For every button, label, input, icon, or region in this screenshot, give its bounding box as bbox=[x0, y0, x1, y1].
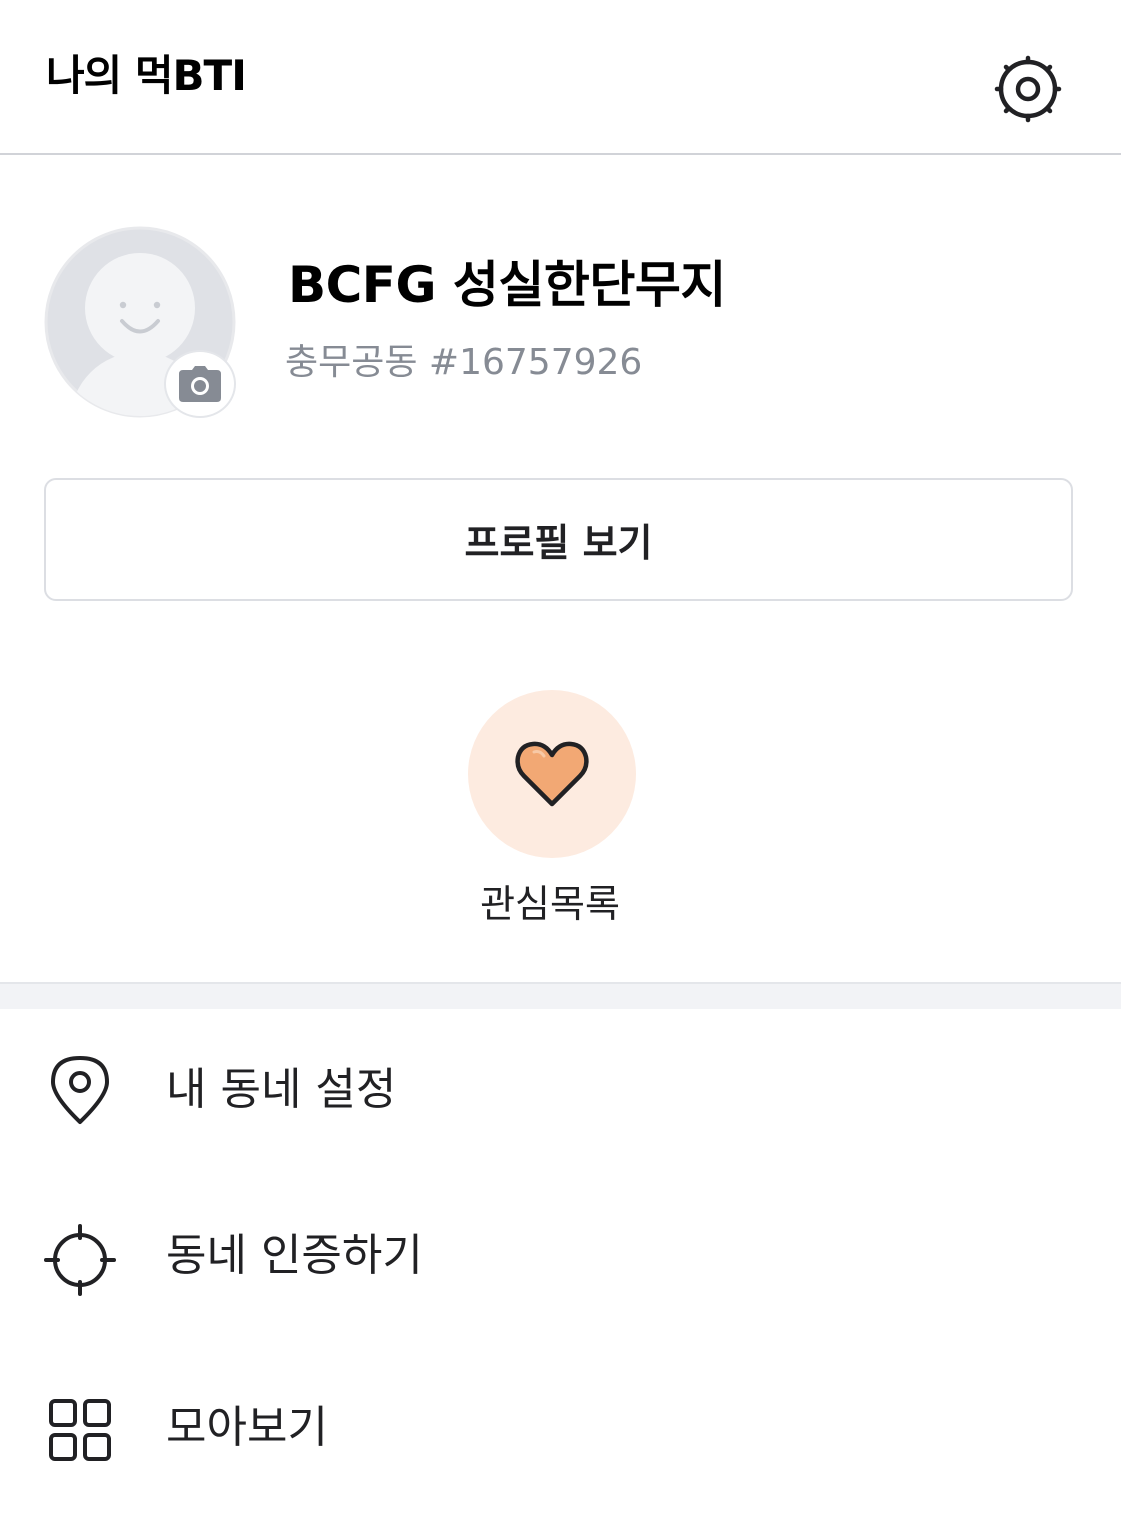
page-title: 나의 먹BTI bbox=[46, 51, 247, 100]
view-profile-button[interactable]: 프로필 보기 bbox=[44, 478, 1073, 601]
menu-label: 내 동네 설정 bbox=[166, 1064, 397, 1115]
gear-icon bbox=[994, 55, 1062, 123]
settings-button[interactable] bbox=[988, 52, 1068, 126]
grid-icon bbox=[44, 1394, 116, 1466]
my-page-screen: 나의 먹BTI BCFG 성실한단무지 충무공동 #16757926 프로필 보… bbox=[0, 0, 1121, 1516]
change-photo-button[interactable] bbox=[164, 350, 236, 418]
section-divider bbox=[0, 982, 1121, 1009]
heart-icon bbox=[515, 741, 589, 807]
crosshair-icon bbox=[44, 1224, 116, 1296]
profile-location-id: 충무공동 #16757926 bbox=[285, 342, 643, 383]
camera-icon bbox=[179, 366, 221, 402]
favorites-button[interactable] bbox=[468, 690, 636, 858]
menu-item-verify-neighborhood[interactable]: 동네 인증하기 bbox=[0, 1200, 1121, 1320]
top-header: 나의 먹BTI bbox=[0, 0, 1121, 155]
menu-item-neighborhood-settings[interactable]: 내 동네 설정 bbox=[0, 1030, 1121, 1150]
menu-label: 모아보기 bbox=[166, 1402, 328, 1453]
location-pin-icon bbox=[44, 1054, 116, 1126]
favorites-label: 관심목록 bbox=[480, 882, 620, 926]
menu-item-view-all[interactable]: 모아보기 bbox=[0, 1370, 1121, 1490]
profile-name: BCFG 성실한단무지 bbox=[288, 256, 726, 314]
menu-label: 동네 인증하기 bbox=[166, 1230, 423, 1281]
